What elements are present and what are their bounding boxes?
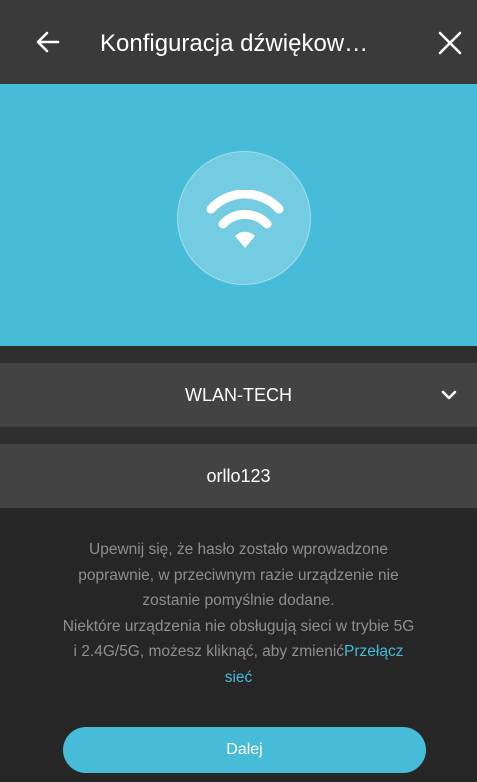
wifi-network-name: WLAN-TECH [185, 385, 292, 405]
info-line-text: i 2.4G/5G, możesz kliknąć, aby zmienić [73, 643, 345, 660]
info-line: poprawnie, w przeciwnym razie urządzenie… [78, 566, 399, 584]
wifi-hero-banner [0, 84, 477, 346]
wifi-network-dropdown[interactable]: WLAN-TECH [0, 363, 477, 427]
chevron-down-icon [441, 390, 457, 400]
switch-network-link[interactable]: Przełącz [344, 643, 403, 660]
password-field-row [0, 444, 477, 508]
close-button[interactable] [433, 26, 467, 60]
next-button[interactable]: Dalej [63, 727, 426, 773]
info-line: sieć [22, 665, 455, 691]
page-title: Konfiguracja dźwiękow… [100, 30, 369, 57]
back-button[interactable] [30, 24, 66, 60]
wifi-icon-circle [177, 151, 311, 285]
info-line: Niektóre urządzenia nie obsługują sieci … [62, 617, 415, 635]
wifi-password-input[interactable] [0, 444, 477, 508]
app-screen: Konfiguracja dźwiękow… WLAN-TECH Upewnij… [0, 0, 477, 782]
info-text: Upewnij się, że hasło zostało wprowadzon… [22, 537, 455, 690]
divider [0, 427, 477, 444]
switch-network-link-continued[interactable]: sieć [225, 669, 253, 686]
info-line: i 2.4G/5G, możesz kliknąć, aby zmienićPr… [22, 639, 455, 665]
wifi-icon [206, 190, 284, 248]
top-app-bar: Konfiguracja dźwiękow… [0, 0, 477, 84]
close-icon [438, 31, 462, 55]
info-line: Upewnij się, że hasło zostało wprowadzon… [89, 541, 388, 558]
arrow-left-icon [36, 31, 60, 53]
info-line: zostanie pomyślnie dodane. [142, 592, 335, 609]
divider [0, 346, 477, 363]
